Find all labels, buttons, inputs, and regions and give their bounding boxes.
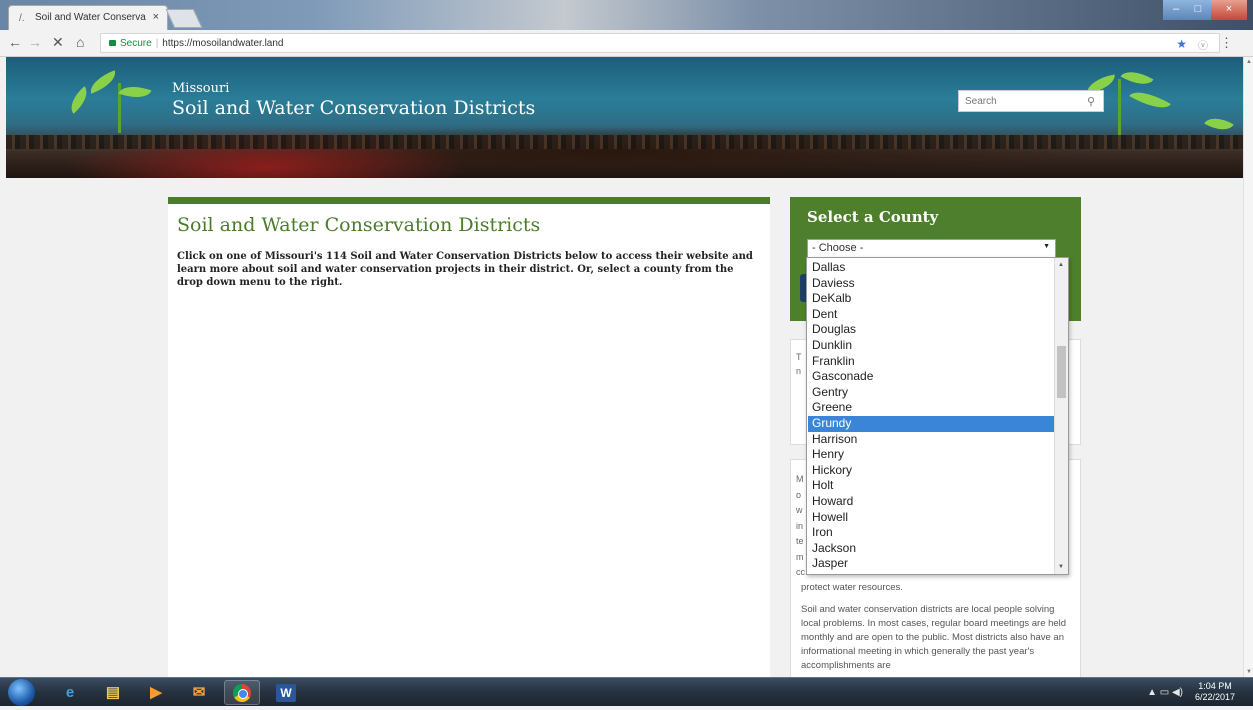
chevron-down-icon: ▼ <box>1043 243 1050 250</box>
start-button[interactable] <box>8 679 35 706</box>
outlook-icon[interactable]: ✉ <box>181 680 217 705</box>
county-option[interactable]: Jasper <box>808 556 1054 572</box>
county-option[interactable]: Harrison <box>808 432 1054 448</box>
home-icon[interactable]: ⌂ <box>76 34 84 50</box>
browser-menu-icon[interactable]: ⋮ <box>1220 35 1233 51</box>
page-title: Soil and Water Conservation Districts <box>177 214 541 236</box>
word-icon[interactable]: W <box>268 680 304 705</box>
browser-tab-bar: /. Soil and Water Conserva × – □ × <box>0 0 1253 30</box>
county-option[interactable]: Iron <box>808 525 1054 541</box>
url-text: https://mosoilandwater.land <box>162 38 284 49</box>
new-tab-button[interactable] <box>165 9 203 28</box>
county-option[interactable]: DeKalb <box>808 291 1054 307</box>
page-scroll-up-icon[interactable]: ▲ <box>1246 59 1252 65</box>
window-close-button[interactable]: × <box>1211 0 1247 20</box>
county-heading: Select a County <box>807 208 939 226</box>
clock-date: 6/22/2017 <box>1194 692 1235 702</box>
info-card-text: T n <box>796 352 802 376</box>
county-option[interactable]: Gasconade <box>808 369 1054 385</box>
county-option[interactable]: Dallas <box>808 260 1054 276</box>
address-bar[interactable]: Secure | https://mosoilandwater.land <box>100 33 1220 53</box>
county-option[interactable]: Grundy <box>808 415 1054 432</box>
page-scroll-down-icon[interactable]: ▼ <box>1246 669 1252 675</box>
browser-tab[interactable]: /. Soil and Water Conserva × <box>8 5 168 30</box>
scroll-up-icon[interactable]: ▲ <box>1058 262 1064 268</box>
county-option[interactable]: Dent <box>808 307 1054 323</box>
tab-close-icon[interactable]: × <box>153 11 159 23</box>
county-option[interactable]: Dunklin <box>808 338 1054 354</box>
about-card-tail: protect water resources. <box>801 582 903 593</box>
window-maximize-button[interactable]: □ <box>1185 0 1211 20</box>
county-option[interactable]: Henry <box>808 447 1054 463</box>
site-subtitle: Missouri <box>172 81 230 96</box>
county-option[interactable]: Franklin <box>808 354 1054 370</box>
county-option[interactable]: Greene <box>808 400 1054 416</box>
county-option[interactable]: Holt <box>808 478 1054 494</box>
system-tray[interactable]: ▲ ▭ ◀) <box>1147 687 1183 698</box>
internet-explorer-icon[interactable]: e <box>52 680 88 705</box>
dropdown-scrollbar[interactable]: ▲ ▼ <box>1054 258 1068 574</box>
site-title[interactable]: Soil and Water Conservation Districts <box>172 97 535 119</box>
main-content: Soil and Water Conservation Districts Cl… <box>168 197 770 677</box>
system-clock[interactable]: 1:04 PM 6/22/2017 <box>1195 681 1235 703</box>
media-player-icon[interactable]: ▶ <box>138 680 174 705</box>
secure-label: Secure <box>120 38 152 49</box>
soil-graphic <box>6 135 1243 149</box>
county-option[interactable]: Howell <box>808 510 1054 526</box>
bookmark-star-icon[interactable]: ★ <box>1176 37 1187 51</box>
clock-time: 1:04 PM <box>1198 681 1232 691</box>
county-option[interactable]: Gentry <box>808 385 1054 401</box>
extension-icon[interactable]: ⓥ <box>1198 37 1208 52</box>
county-select-value: - Choose - <box>812 242 864 254</box>
chrome-icon[interactable] <box>224 680 260 705</box>
windows-taskbar: e ▤ ▶ ✉ W ▲ ▭ ◀) 1:04 PM 6/22/2017 <box>0 677 1253 706</box>
county-option[interactable]: Howard <box>808 494 1054 510</box>
county-dropdown-list[interactable]: Dallas Daviess DeKalb Dent Douglas Dunklin Fra… <box>806 257 1069 575</box>
county-option[interactable]: Douglas <box>808 322 1054 338</box>
search-input[interactable] <box>959 91 1079 112</box>
intro-text: Click on one of Missouri's 114 Soil and … <box>177 251 753 288</box>
about-card-paragraph: Soil and water conservation districts ar… <box>801 604 1067 671</box>
lock-icon <box>109 40 116 46</box>
county-options: Dallas Daviess DeKalb Dent Douglas Dunklin Fra… <box>808 260 1054 572</box>
county-option[interactable]: Daviess <box>808 276 1054 292</box>
search-icon[interactable]: ⚲ <box>1087 95 1095 108</box>
forward-arrow-icon[interactable]: → <box>28 34 42 50</box>
page-scrollbar[interactable]: ▲ ▼ <box>1243 57 1253 677</box>
page-favicon-icon: /. <box>19 13 25 24</box>
county-select[interactable]: - Choose - ▼ <box>807 239 1056 258</box>
browser-toolbar: ← → ✕ ⌂ Secure | https://mosoilandwater.la… <box>0 30 1253 57</box>
county-option[interactable]: Jackson <box>808 541 1054 557</box>
scroll-down-icon[interactable]: ▼ <box>1058 564 1064 570</box>
scroll-thumb[interactable] <box>1057 346 1066 398</box>
stop-loading-icon[interactable]: ✕ <box>52 34 64 51</box>
back-arrow-icon[interactable]: ← <box>8 34 22 50</box>
tab-title: Soil and Water Conserva <box>35 12 146 23</box>
file-explorer-icon[interactable]: ▤ <box>95 680 131 705</box>
site-search: ⚲ <box>958 90 1104 112</box>
county-option[interactable]: Hickory <box>808 463 1054 479</box>
site-banner: Missouri Soil and Water Conservation Dis… <box>6 57 1243 178</box>
